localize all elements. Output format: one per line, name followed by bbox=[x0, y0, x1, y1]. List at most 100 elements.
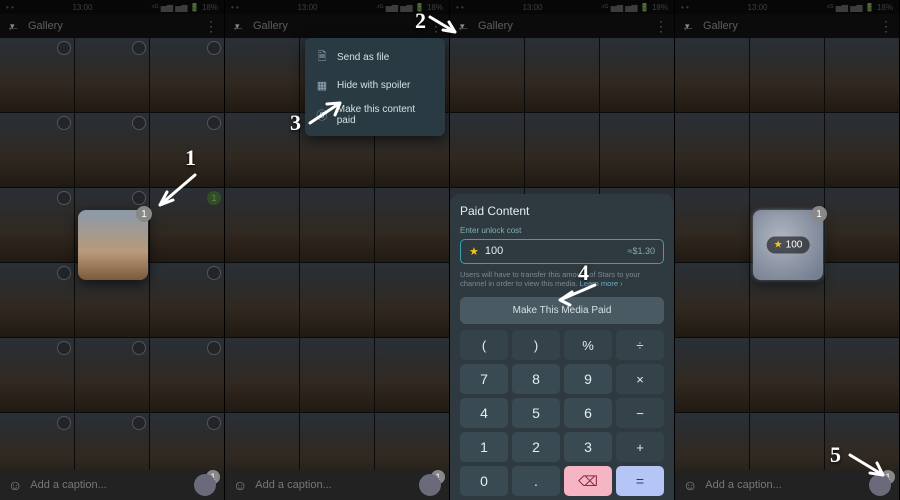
caption-input[interactable]: Add a caption... bbox=[30, 479, 186, 491]
photo-cell[interactable] bbox=[300, 338, 374, 412]
photo-cell[interactable] bbox=[225, 263, 299, 337]
photo-cell[interactable] bbox=[750, 338, 824, 412]
more-icon[interactable]: ⋮ bbox=[879, 18, 893, 35]
key-6[interactable]: 6 bbox=[564, 398, 612, 428]
photo-cell[interactable] bbox=[825, 188, 899, 262]
photo-cell-selected[interactable]: 1 bbox=[150, 188, 224, 262]
unlock-cost-field[interactable]: ★ 100 ≈$1.30 bbox=[460, 239, 664, 264]
select-circle[interactable] bbox=[57, 416, 71, 430]
photo-cell[interactable] bbox=[675, 113, 749, 187]
send-button[interactable] bbox=[869, 474, 891, 496]
select-circle[interactable] bbox=[132, 191, 146, 205]
key-7[interactable]: 7 bbox=[460, 364, 508, 394]
photo-cell[interactable] bbox=[225, 113, 299, 187]
make-paid-button[interactable]: Make This Media Paid bbox=[460, 297, 664, 324]
selected-thumbnail[interactable]: 1 bbox=[78, 210, 148, 280]
photo-cell[interactable] bbox=[750, 38, 824, 112]
select-circle[interactable] bbox=[207, 416, 221, 430]
more-icon[interactable]: ⋮ bbox=[429, 18, 443, 35]
key-backspace[interactable]: ⌫ bbox=[564, 466, 612, 496]
back-icon[interactable]: ← bbox=[681, 18, 695, 34]
key-multiply[interactable]: × bbox=[616, 364, 664, 394]
emoji-icon[interactable]: ☺ bbox=[233, 477, 247, 493]
photo-cell[interactable] bbox=[525, 38, 599, 112]
key-paren-close[interactable]: ) bbox=[512, 330, 560, 360]
select-circle[interactable] bbox=[207, 266, 221, 280]
select-circle[interactable] bbox=[132, 341, 146, 355]
select-circle[interactable] bbox=[57, 191, 71, 205]
key-3[interactable]: 3 bbox=[564, 432, 612, 462]
photo-cell[interactable] bbox=[375, 263, 449, 337]
select-circle[interactable] bbox=[57, 341, 71, 355]
select-circle[interactable] bbox=[132, 416, 146, 430]
gallery-title[interactable]: Gallery bbox=[703, 20, 879, 32]
photo-cell[interactable] bbox=[300, 188, 374, 262]
photo-cell[interactable] bbox=[225, 338, 299, 412]
emoji-icon[interactable]: ☺ bbox=[683, 477, 697, 493]
photo-cell[interactable] bbox=[0, 38, 74, 112]
photo-cell[interactable] bbox=[675, 188, 749, 262]
photo-cell[interactable] bbox=[525, 113, 599, 187]
more-icon[interactable]: ⋮ bbox=[204, 18, 218, 35]
photo-cell[interactable] bbox=[450, 113, 524, 187]
photo-cell[interactable] bbox=[75, 38, 149, 112]
photo-cell[interactable] bbox=[675, 263, 749, 337]
menu-make-paid[interactable]: Ⓢ Make this content paid bbox=[305, 98, 445, 132]
select-circle[interactable] bbox=[132, 41, 146, 55]
key-paren-open[interactable]: ( bbox=[460, 330, 508, 360]
photo-cell[interactable] bbox=[150, 338, 224, 412]
photo-cell[interactable] bbox=[600, 38, 674, 112]
menu-hide-with-spoiler[interactable]: ▦ Hide with spoiler bbox=[305, 73, 445, 98]
photo-cell[interactable] bbox=[225, 188, 299, 262]
photo-cell[interactable] bbox=[0, 338, 74, 412]
caption-input[interactable]: Add a caption... bbox=[255, 479, 411, 491]
photo-cell[interactable] bbox=[0, 113, 74, 187]
photo-cell[interactable] bbox=[450, 38, 524, 112]
learn-more-link[interactable]: Learn more › bbox=[580, 279, 623, 288]
key-2[interactable]: 2 bbox=[512, 432, 560, 462]
photo-cell[interactable] bbox=[825, 38, 899, 112]
photo-cell[interactable] bbox=[0, 188, 74, 262]
paid-thumbnail[interactable]: 1 ★ 100 bbox=[753, 210, 823, 280]
back-icon[interactable]: ← bbox=[6, 18, 20, 34]
photo-cell[interactable] bbox=[675, 338, 749, 412]
photo-cell[interactable] bbox=[300, 263, 374, 337]
select-circle[interactable] bbox=[57, 41, 71, 55]
photo-cell[interactable] bbox=[0, 263, 74, 337]
key-9[interactable]: 9 bbox=[564, 364, 612, 394]
select-circle[interactable] bbox=[207, 341, 221, 355]
photo-cell[interactable] bbox=[825, 263, 899, 337]
select-circle[interactable] bbox=[207, 41, 221, 55]
gallery-title[interactable]: Gallery bbox=[478, 20, 654, 32]
key-0[interactable]: 0 bbox=[460, 466, 508, 496]
more-icon[interactable]: ⋮ bbox=[654, 18, 668, 35]
key-dot[interactable]: . bbox=[512, 466, 560, 496]
gallery-title[interactable]: Gallery bbox=[28, 20, 204, 32]
select-circle[interactable] bbox=[207, 116, 221, 130]
send-button[interactable] bbox=[419, 474, 441, 496]
key-minus[interactable]: − bbox=[616, 398, 664, 428]
photo-cell[interactable] bbox=[150, 113, 224, 187]
key-divide[interactable]: ÷ bbox=[616, 330, 664, 360]
photo-cell[interactable] bbox=[825, 338, 899, 412]
photo-cell[interactable] bbox=[150, 38, 224, 112]
select-circle[interactable] bbox=[57, 266, 71, 280]
photo-cell[interactable] bbox=[375, 338, 449, 412]
photo-cell[interactable] bbox=[825, 113, 899, 187]
select-circle[interactable] bbox=[57, 116, 71, 130]
key-plus[interactable]: + bbox=[616, 432, 664, 462]
select-circle[interactable]: 1 bbox=[207, 191, 221, 205]
back-icon[interactable]: ← bbox=[456, 18, 470, 34]
gallery-title[interactable]: Gallery bbox=[253, 20, 429, 32]
caption-input[interactable]: Add a caption... bbox=[705, 479, 861, 491]
key-equals[interactable]: = bbox=[616, 466, 664, 496]
photo-cell[interactable] bbox=[675, 38, 749, 112]
photo-cell[interactable] bbox=[150, 263, 224, 337]
photo-cell[interactable] bbox=[750, 113, 824, 187]
photo-cell[interactable] bbox=[75, 113, 149, 187]
photo-cell[interactable] bbox=[75, 338, 149, 412]
select-circle[interactable] bbox=[132, 116, 146, 130]
key-5[interactable]: 5 bbox=[512, 398, 560, 428]
key-1[interactable]: 1 bbox=[460, 432, 508, 462]
send-button[interactable] bbox=[194, 474, 216, 496]
